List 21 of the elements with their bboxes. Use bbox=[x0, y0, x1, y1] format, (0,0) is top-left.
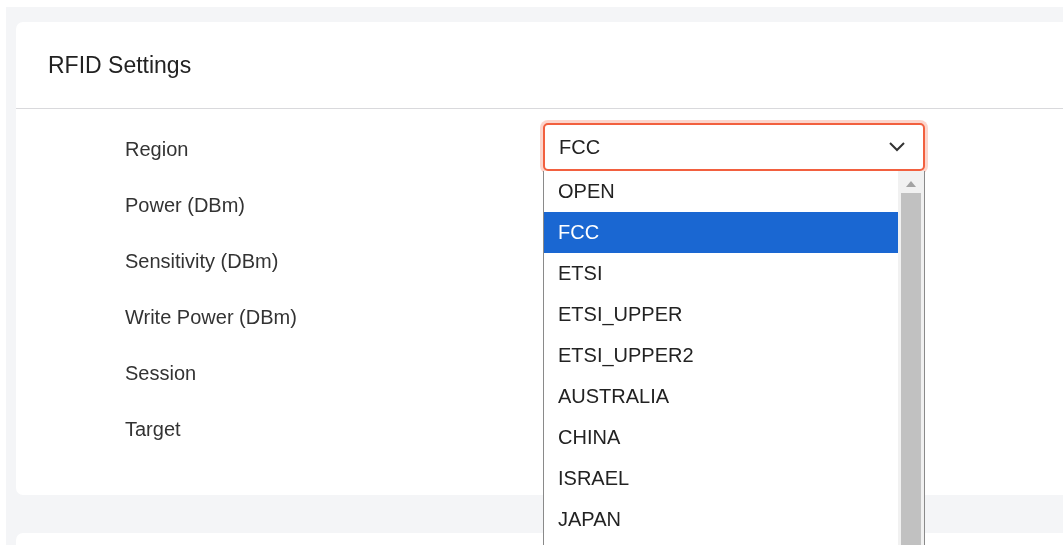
dropdown-option[interactable]: ETSI bbox=[544, 253, 898, 294]
field-label: Target bbox=[125, 418, 182, 441]
scroll-up-icon[interactable] bbox=[906, 181, 916, 187]
chevron-down-icon bbox=[889, 142, 905, 152]
card-title: RFID Settings bbox=[48, 51, 192, 79]
dropdown-option[interactable]: OPEN bbox=[544, 171, 898, 212]
region-select[interactable]: FCC bbox=[543, 123, 925, 171]
field-label: Session bbox=[125, 362, 198, 385]
field-label: Region bbox=[125, 138, 190, 161]
dropdown-option[interactable]: ETSI_UPPER bbox=[544, 294, 898, 335]
dropdown-option[interactable]: ISRAEL bbox=[544, 458, 898, 499]
dropdown-option[interactable]: JAPAN bbox=[544, 499, 898, 540]
dropdown-option[interactable]: FCC bbox=[544, 212, 898, 253]
scrollbar[interactable] bbox=[898, 171, 924, 545]
field-label: Sensitivity (DBm) bbox=[125, 250, 280, 273]
dropdown-option[interactable]: CHINA bbox=[544, 417, 898, 458]
field-label: Power (DBm) bbox=[125, 194, 246, 217]
scrollbar-thumb[interactable] bbox=[901, 193, 921, 545]
dropdown-option[interactable]: AUSTRALIA bbox=[544, 376, 898, 417]
dropdown-option[interactable]: ETSI_UPPER2 bbox=[544, 335, 898, 376]
field-label: Write Power (DBm) bbox=[125, 306, 298, 329]
